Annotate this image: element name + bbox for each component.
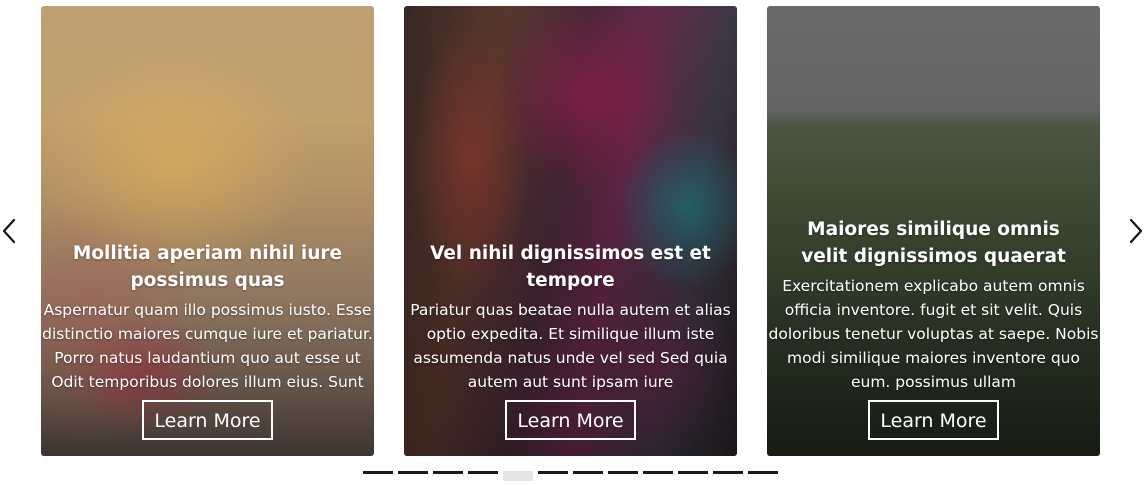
pagination-indicator[interactable] [398, 471, 428, 474]
pagination-indicator[interactable] [468, 471, 498, 474]
card-title: Mollitia aperiam nihil iure possimus qua… [72, 243, 343, 291]
card-description: Pariatur quas beatae nulla autem et alia… [410, 301, 731, 391]
pagination-indicator[interactable] [363, 471, 393, 474]
pagination-indicator-active[interactable] [503, 471, 533, 481]
pagination-indicator[interactable] [433, 471, 463, 474]
pagination-indicator[interactable] [608, 471, 638, 474]
pagination-indicator[interactable] [538, 471, 568, 474]
chevron-right-icon [1129, 218, 1143, 244]
pagination-indicator[interactable] [748, 471, 778, 474]
pagination-indicator[interactable] [643, 471, 673, 474]
card-description: Aspernatur quam illo possimus iusto. Ess… [42, 301, 373, 391]
chevron-left-icon [2, 218, 16, 244]
learn-more-button[interactable]: Learn More [142, 400, 273, 440]
card-title: Vel nihil dignissimos est et tempore [430, 243, 711, 291]
carousel-next-button[interactable] [1121, 216, 1144, 246]
carousel-pagination [363, 471, 778, 481]
card-content: Vel nihil dignissimos est et tempore Par… [404, 240, 737, 440]
carousel-card: Mollitia aperiam nihil iure possimus qua… [41, 6, 374, 456]
learn-more-button[interactable]: Learn More [505, 400, 636, 440]
carousel-card: Maiores similique omnis velit dignissimo… [767, 6, 1100, 456]
pagination-indicator[interactable] [713, 471, 743, 474]
card-title: Maiores similique omnis velit dignissimo… [801, 219, 1066, 267]
pagination-indicator[interactable] [678, 471, 708, 474]
card-content: Maiores similique omnis velit dignissimo… [767, 216, 1100, 440]
learn-more-button[interactable]: Learn More [868, 400, 999, 440]
card-description: Exercitationem explicabo autem omnis off… [768, 277, 1099, 391]
carousel-prev-button[interactable] [0, 216, 24, 246]
carousel-card: Vel nihil dignissimos est et tempore Par… [404, 6, 737, 456]
pagination-indicator[interactable] [573, 471, 603, 474]
card-content: Mollitia aperiam nihil iure possimus qua… [41, 240, 374, 440]
